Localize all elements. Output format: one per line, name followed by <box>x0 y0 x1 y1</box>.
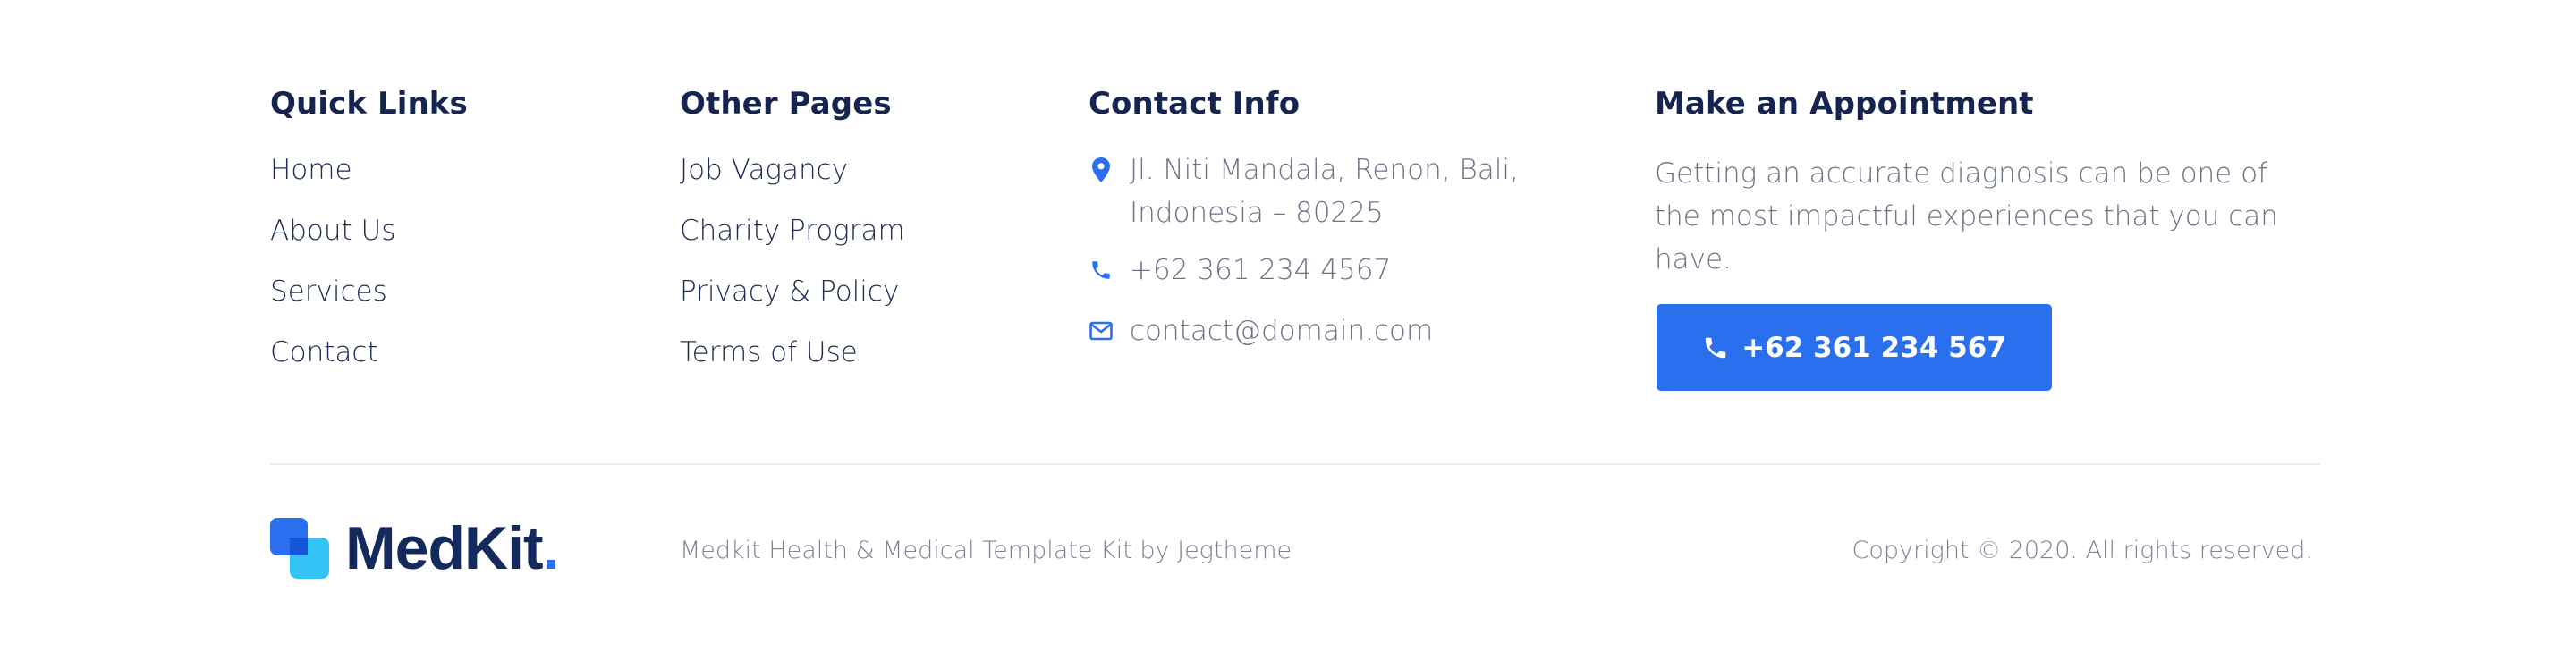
address-text: Jl. Niti Mandala, Renon, Bali, Indonesia… <box>1130 148 1519 234</box>
contact-phone[interactable]: +62 361 234 4567 <box>1089 252 1589 313</box>
list-item: Charity Program <box>680 213 1055 274</box>
link-charity-program[interactable]: Charity Program <box>680 213 905 249</box>
other-pages-list: Job Vagancy Charity Program Privacy & Po… <box>680 152 1055 395</box>
quick-links-title: Quick Links <box>270 86 468 122</box>
address-line-2: Indonesia – 80225 <box>1130 197 1384 229</box>
logo-mark-icon <box>270 518 329 579</box>
logo-text: MedKit. <box>345 514 560 582</box>
link-about-us[interactable]: About Us <box>270 213 395 249</box>
link-home[interactable]: Home <box>270 152 352 188</box>
other-pages-title: Other Pages <box>680 86 892 122</box>
contact-info-list: Jl. Niti Mandala, Renon, Bali, Indonesia… <box>1089 148 1589 374</box>
link-terms-of-use[interactable]: Terms of Use <box>680 334 858 370</box>
phone-icon <box>1702 334 1729 362</box>
quick-links-column: Quick Links Home About Us Services Conta… <box>270 82 646 395</box>
medkit-logo[interactable]: MedKit. <box>270 514 560 582</box>
phone-text[interactable]: +62 361 234 4567 <box>1130 252 1391 288</box>
link-services[interactable]: Services <box>270 274 387 309</box>
template-credit: Medkit Health & Medical Template Kit by … <box>680 537 1292 564</box>
contact-email[interactable]: contact@domain.com <box>1089 313 1589 374</box>
call-appointment-label: +62 361 234 567 <box>1741 331 2006 364</box>
appointment-column: Make an Appointment Getting an accurate … <box>1655 82 2317 281</box>
footer-divider <box>270 463 2320 465</box>
list-item: Job Vagancy <box>680 152 1055 213</box>
list-item: Services <box>270 274 646 334</box>
list-item: Home <box>270 152 646 213</box>
call-appointment-button[interactable]: +62 361 234 567 <box>1657 304 2052 391</box>
link-privacy-policy[interactable]: Privacy & Policy <box>680 274 899 309</box>
contact-address: Jl. Niti Mandala, Renon, Bali, Indonesia… <box>1089 148 1589 252</box>
copyright-text: Copyright © 2020. All rights reserved. <box>1852 537 2313 564</box>
envelope-icon <box>1089 313 1114 349</box>
phone-icon <box>1089 252 1114 288</box>
list-item: Privacy & Policy <box>680 274 1055 334</box>
appointment-description: Getting an accurate diagnosis can be one… <box>1655 157 2278 275</box>
address-line-1: Jl. Niti Mandala, Renon, Bali, <box>1130 154 1519 186</box>
list-item: Contact <box>270 334 646 395</box>
map-pin-icon <box>1089 152 1114 188</box>
list-item: About Us <box>270 213 646 274</box>
other-pages-column: Other Pages Job Vagancy Charity Program … <box>680 82 1055 395</box>
contact-info-title: Contact Info <box>1089 86 1301 122</box>
quick-links-list: Home About Us Services Contact <box>270 152 646 395</box>
link-job-vagancy[interactable]: Job Vagancy <box>680 152 848 188</box>
appointment-title: Make an Appointment <box>1655 86 2034 122</box>
link-contact[interactable]: Contact <box>270 334 378 370</box>
email-text[interactable]: contact@domain.com <box>1130 313 1433 349</box>
list-item: Terms of Use <box>680 334 1055 395</box>
contact-info-column: Contact Info Jl. Niti Mandala, Renon, Ba… <box>1089 82 1589 374</box>
